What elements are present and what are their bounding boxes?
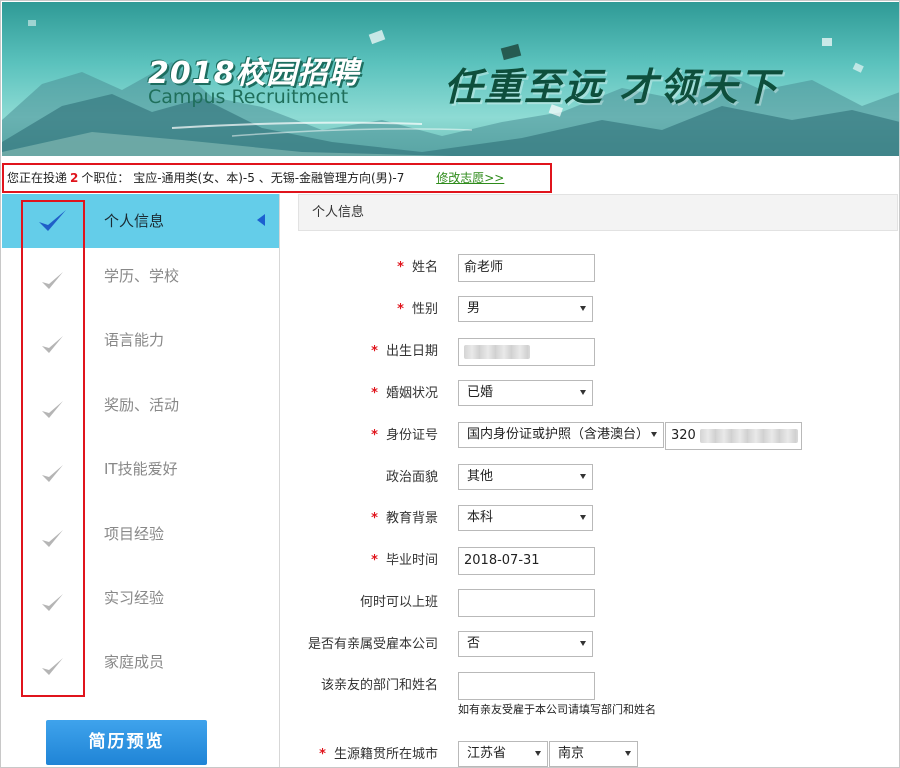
check-icon	[42, 272, 63, 289]
sidebar-item-family[interactable]: 家庭成员	[2, 634, 279, 698]
page-frame: 2018校园招聘 Campus Recruitment 任重至远 才领天下 您正…	[0, 0, 900, 768]
form-row-graduation: * 毕业时间 2018-07-31	[298, 547, 898, 575]
chevron-down-icon	[625, 751, 631, 756]
check-icon	[42, 465, 63, 483]
sidebar-nav: 个人信息 学历、学校 语言能力 奖励、活动 IT技能爱好 项目经验 实习经验 家…	[2, 194, 280, 767]
required-star: *	[371, 386, 378, 401]
chevron-down-icon	[651, 432, 657, 437]
required-star: *	[319, 747, 326, 762]
applied-suffix: 个职位：	[81, 171, 130, 185]
sidebar-item-internship[interactable]: 实习经验	[2, 570, 279, 634]
check-icon	[42, 658, 63, 676]
chevron-down-icon	[580, 641, 586, 646]
chevron-down-icon	[580, 306, 586, 311]
relative-dept-hint: 如有亲友受雇于本公司请填写部门和姓名	[458, 703, 656, 716]
relatives-select[interactable]: 否	[458, 631, 593, 657]
sidebar-item-education[interactable]: 学历、学校	[2, 248, 279, 312]
relative-dept-label: 该亲友的部门和姓名	[320, 678, 438, 693]
applied-position-list: 宝应-通用类(女、本)-5 、无锡-金融管理方向(男)-7	[133, 171, 405, 185]
check-icon	[42, 400, 63, 418]
form-row-start-date: 何时可以上班	[298, 589, 898, 617]
active-arrow-icon	[257, 214, 265, 226]
form-row-political: 政治面貌 其他	[298, 464, 898, 492]
check-icon	[42, 593, 63, 611]
graduation-label: * 毕业时间	[371, 553, 438, 568]
province-select[interactable]: 江苏省	[458, 741, 548, 767]
sidebar-item-language[interactable]: 语言能力	[2, 312, 279, 376]
city-select[interactable]: 南京	[549, 741, 638, 767]
recruitment-banner: 2018校园招聘 Campus Recruitment 任重至远 才领天下	[2, 2, 899, 156]
sidebar-item-label: 项目经验	[104, 524, 165, 543]
check-icon	[39, 210, 66, 231]
form-row-birth: * 出生日期	[298, 338, 898, 366]
form-row-origin: * 生源籍贯所在城市 江苏省 南京	[298, 741, 898, 767]
gender-select[interactable]: 男	[458, 296, 593, 322]
required-star: *	[371, 511, 378, 526]
form-row-relatives: 是否有亲属受雇本公司 否	[298, 631, 898, 659]
political-select[interactable]: 其他	[458, 464, 593, 490]
name-input[interactable]: 俞老师	[458, 254, 595, 282]
check-icon	[42, 529, 63, 547]
birth-date-input[interactable]	[458, 338, 595, 366]
form-row-relative-dept: 该亲友的部门和姓名	[298, 672, 898, 700]
sidebar-item-personal-info[interactable]: 个人信息	[2, 194, 279, 248]
applied-count: 2	[70, 171, 79, 185]
idcard-label: * 身份证号	[371, 428, 438, 443]
gender-label: * 性别	[397, 302, 438, 317]
form-row-gender: * 性别 男	[298, 296, 898, 324]
idcard-type-select[interactable]: 国内身份证或护照（含港澳台）	[458, 422, 664, 448]
sidebar-item-label: IT技能爱好	[104, 460, 178, 479]
chevron-down-icon	[535, 751, 541, 756]
edit-preferences-link[interactable]: 修改志愿>>	[436, 171, 504, 185]
education-label: * 教育背景	[371, 511, 438, 526]
required-star: *	[371, 428, 378, 443]
sidebar-item-label: 学历、学校	[104, 267, 180, 285]
sidebar-item-label: 实习经验	[104, 588, 165, 607]
required-star: *	[397, 260, 404, 275]
redacted-value	[699, 428, 798, 443]
chevron-down-icon	[580, 390, 586, 395]
sidebar-item-label: 个人信息	[104, 212, 165, 230]
sidebar-item-label: 家庭成员	[104, 653, 165, 672]
chevron-down-icon	[580, 474, 586, 479]
applied-positions-bar: 您正在投递 2 个职位： 宝应-通用类(女、本)-5 、无锡-金融管理方向(男)-7…	[2, 163, 552, 193]
required-star: *	[397, 302, 404, 317]
political-label: 政治面貌	[385, 470, 438, 485]
relative-dept-input[interactable]	[458, 672, 595, 700]
marital-label: * 婚姻状况	[371, 386, 438, 401]
start-date-label: 何时可以上班	[359, 595, 438, 610]
idcard-number-input[interactable]: 320	[665, 422, 802, 450]
marital-select[interactable]: 已婚	[458, 380, 593, 406]
birth-label: * 出生日期	[371, 344, 438, 359]
required-star: *	[371, 344, 378, 359]
resume-preview-button[interactable]: 简历预览	[46, 720, 207, 765]
relatives-label: 是否有亲属受雇本公司	[307, 637, 438, 652]
form-row-marital: * 婚姻状况 已婚	[298, 380, 898, 408]
origin-label: * 生源籍贯所在城市	[319, 747, 438, 762]
required-star: *	[371, 553, 378, 568]
banner-slogan: 任重至远 才领天下	[444, 65, 780, 109]
applied-prefix: 您正在投递	[7, 171, 68, 185]
sidebar-item-label: 语言能力	[104, 331, 165, 350]
personal-info-form: 个人信息 * 姓名 俞老师 * 性别 男 * 出生日期 * 婚姻状况 已婚 * 身份证号 …	[298, 194, 899, 767]
sidebar-item-projects[interactable]: 项目经验	[2, 506, 279, 570]
chevron-down-icon	[580, 515, 586, 520]
education-select[interactable]: 本科	[458, 505, 593, 531]
graduation-date-input[interactable]: 2018-07-31	[458, 547, 595, 575]
redacted-value	[464, 344, 530, 359]
name-label: * 姓名	[397, 260, 438, 275]
section-title: 个人信息	[298, 194, 898, 231]
start-date-input[interactable]	[458, 589, 595, 617]
check-icon	[42, 336, 63, 354]
sidebar-item-label: 奖励、活动	[104, 395, 180, 414]
sidebar-item-awards[interactable]: 奖励、活动	[2, 377, 279, 441]
form-row-idcard: * 身份证号 国内身份证或护照（含港澳台） 320	[298, 422, 898, 450]
sidebar-item-it-skills[interactable]: IT技能爱好	[2, 441, 279, 505]
form-row-name: * 姓名 俞老师	[298, 254, 898, 282]
form-row-education: * 教育背景 本科	[298, 505, 898, 533]
banner-campus-text: Campus Recruitment	[148, 86, 349, 108]
